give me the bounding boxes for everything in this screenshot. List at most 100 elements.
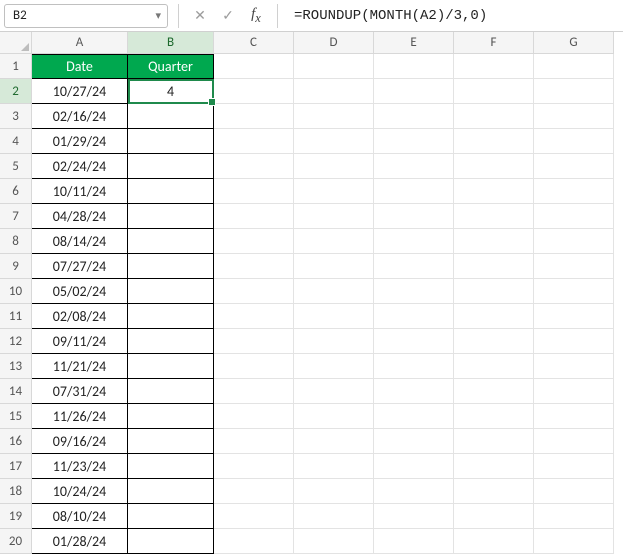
cell-G2[interactable] bbox=[534, 79, 614, 104]
cell-B18[interactable] bbox=[128, 479, 214, 504]
cell-A7[interactable]: 04/28/24 bbox=[32, 204, 128, 229]
cell-A15[interactable]: 11/26/24 bbox=[32, 404, 128, 429]
cell-F17[interactable] bbox=[454, 454, 534, 479]
row-header[interactable]: 20 bbox=[0, 529, 32, 554]
cell-G12[interactable] bbox=[534, 329, 614, 354]
row-header[interactable]: 11 bbox=[0, 304, 32, 329]
cell-E17[interactable] bbox=[374, 454, 454, 479]
cell-G7[interactable] bbox=[534, 204, 614, 229]
cell-A5[interactable]: 02/24/24 bbox=[32, 154, 128, 179]
cell-E19[interactable] bbox=[374, 504, 454, 529]
cell-A8[interactable]: 08/14/24 bbox=[32, 229, 128, 254]
cell-F1[interactable] bbox=[454, 54, 534, 79]
cell-F9[interactable] bbox=[454, 254, 534, 279]
cell-E3[interactable] bbox=[374, 104, 454, 129]
cell-E1[interactable] bbox=[374, 54, 454, 79]
cell-G9[interactable] bbox=[534, 254, 614, 279]
col-header-B[interactable]: B bbox=[128, 32, 214, 54]
cell-C10[interactable] bbox=[214, 279, 294, 304]
cell-D18[interactable] bbox=[294, 479, 374, 504]
cell-F8[interactable] bbox=[454, 229, 534, 254]
row-header[interactable]: 5 bbox=[0, 154, 32, 179]
formula-input[interactable]: =ROUNDUP(MONTH(A2)/3,0) bbox=[288, 8, 615, 24]
cell-A14[interactable]: 07/31/24 bbox=[32, 379, 128, 404]
cell-E15[interactable] bbox=[374, 404, 454, 429]
cell-G17[interactable] bbox=[534, 454, 614, 479]
cell-B8[interactable] bbox=[128, 229, 214, 254]
col-header-G[interactable]: G bbox=[534, 32, 614, 54]
cell-A9[interactable]: 07/27/24 bbox=[32, 254, 128, 279]
cell-D4[interactable] bbox=[294, 129, 374, 154]
cell-E11[interactable] bbox=[374, 304, 454, 329]
row-header[interactable]: 7 bbox=[0, 204, 32, 229]
cell-E13[interactable] bbox=[374, 354, 454, 379]
cell-C17[interactable] bbox=[214, 454, 294, 479]
cell-E2[interactable] bbox=[374, 79, 454, 104]
cell-C4[interactable] bbox=[214, 129, 294, 154]
cell-D3[interactable] bbox=[294, 104, 374, 129]
cell-B10[interactable] bbox=[128, 279, 214, 304]
row-header[interactable]: 16 bbox=[0, 429, 32, 454]
cell-D13[interactable] bbox=[294, 354, 374, 379]
cell-F11[interactable] bbox=[454, 304, 534, 329]
fx-icon[interactable]: fx bbox=[245, 5, 267, 27]
cell-D5[interactable] bbox=[294, 154, 374, 179]
cell-A17[interactable]: 11/23/24 bbox=[32, 454, 128, 479]
cell-C6[interactable] bbox=[214, 179, 294, 204]
cell-B17[interactable] bbox=[128, 454, 214, 479]
cell-A3[interactable]: 02/16/24 bbox=[32, 104, 128, 129]
cell-C5[interactable] bbox=[214, 154, 294, 179]
cell-B3[interactable] bbox=[128, 104, 214, 129]
cell-B14[interactable] bbox=[128, 379, 214, 404]
cell-E9[interactable] bbox=[374, 254, 454, 279]
row-header[interactable]: 6 bbox=[0, 179, 32, 204]
cell-G13[interactable] bbox=[534, 354, 614, 379]
cell-B20[interactable] bbox=[128, 529, 214, 554]
row-header[interactable]: 1 bbox=[0, 54, 32, 79]
col-header-A[interactable]: A bbox=[32, 32, 128, 54]
cell-C16[interactable] bbox=[214, 429, 294, 454]
cell-A18[interactable]: 10/24/24 bbox=[32, 479, 128, 504]
cell-D1[interactable] bbox=[294, 54, 374, 79]
confirm-icon[interactable]: ✓ bbox=[217, 5, 239, 27]
cell-F15[interactable] bbox=[454, 404, 534, 429]
cell-C14[interactable] bbox=[214, 379, 294, 404]
cell-E5[interactable] bbox=[374, 154, 454, 179]
cell-G10[interactable] bbox=[534, 279, 614, 304]
cell-F12[interactable] bbox=[454, 329, 534, 354]
cell-A16[interactable]: 09/16/24 bbox=[32, 429, 128, 454]
cell-G18[interactable] bbox=[534, 479, 614, 504]
cell-D2[interactable] bbox=[294, 79, 374, 104]
name-box[interactable]: B2 ▾ bbox=[4, 4, 168, 28]
cell-B2[interactable]: 4 bbox=[128, 79, 214, 104]
chevron-down-icon[interactable]: ▾ bbox=[155, 9, 161, 22]
cell-A4[interactable]: 01/29/24 bbox=[32, 129, 128, 154]
cell-A2[interactable]: 10/27/24 bbox=[32, 79, 128, 104]
cell-D14[interactable] bbox=[294, 379, 374, 404]
cell-A13[interactable]: 11/21/24 bbox=[32, 354, 128, 379]
row-header[interactable]: 2 bbox=[0, 79, 32, 104]
cell-D16[interactable] bbox=[294, 429, 374, 454]
cell-B16[interactable] bbox=[128, 429, 214, 454]
cell-C20[interactable] bbox=[214, 529, 294, 554]
cell-G6[interactable] bbox=[534, 179, 614, 204]
cell-E18[interactable] bbox=[374, 479, 454, 504]
cell-C15[interactable] bbox=[214, 404, 294, 429]
cell-E7[interactable] bbox=[374, 204, 454, 229]
row-header[interactable]: 3 bbox=[0, 104, 32, 129]
cell-A1[interactable]: Date bbox=[32, 54, 128, 79]
cell-D20[interactable] bbox=[294, 529, 374, 554]
cell-F6[interactable] bbox=[454, 179, 534, 204]
cell-A12[interactable]: 09/11/24 bbox=[32, 329, 128, 354]
row-header[interactable]: 15 bbox=[0, 404, 32, 429]
cell-E12[interactable] bbox=[374, 329, 454, 354]
cell-G3[interactable] bbox=[534, 104, 614, 129]
cell-G5[interactable] bbox=[534, 154, 614, 179]
cell-A10[interactable]: 05/02/24 bbox=[32, 279, 128, 304]
col-header-F[interactable]: F bbox=[454, 32, 534, 54]
cell-D9[interactable] bbox=[294, 254, 374, 279]
cell-G16[interactable] bbox=[534, 429, 614, 454]
col-header-C[interactable]: C bbox=[214, 32, 294, 54]
cell-D7[interactable] bbox=[294, 204, 374, 229]
cell-F14[interactable] bbox=[454, 379, 534, 404]
